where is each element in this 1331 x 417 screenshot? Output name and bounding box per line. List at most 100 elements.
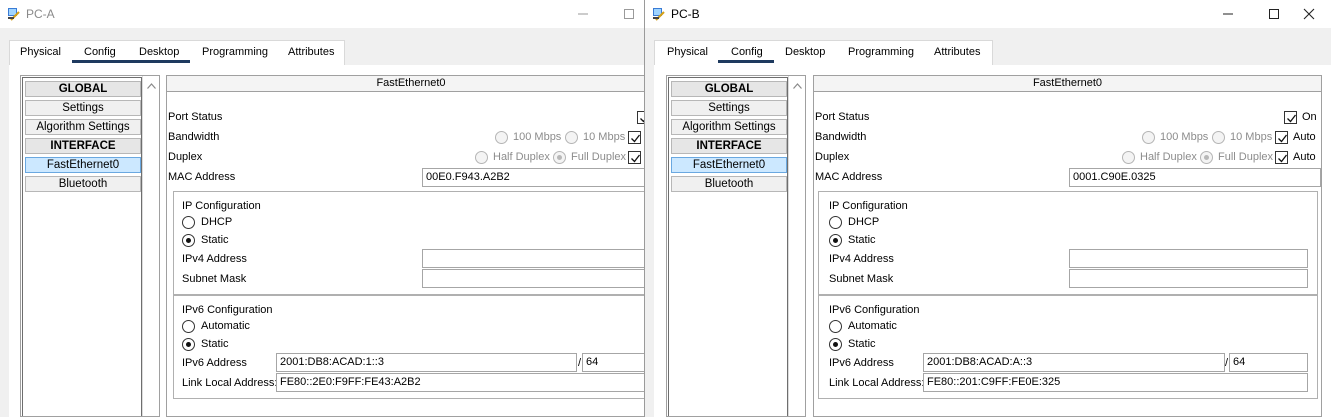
link-local-label: Link Local Address: xyxy=(182,377,278,389)
ipv6-static-label: Static xyxy=(848,338,876,350)
subnet-mask-label: Subnet Mask xyxy=(182,273,247,285)
link-local-address-field[interactable]: FE80::201:C9FF:FE0E:325 xyxy=(923,373,1308,392)
duplex-auto-label: Auto xyxy=(1293,151,1316,163)
sidebar-item-algorithm-settings[interactable]: Algorithm Settings xyxy=(671,119,787,135)
ipv6-automatic-label: Automatic xyxy=(201,320,250,332)
link-local-address-field[interactable]: FE80::2E0:F9FF:FE43:A2B2 xyxy=(276,373,644,392)
bandwidth-10-radio[interactable] xyxy=(565,131,578,144)
sidebar-item-fastethernet0[interactable]: FastEthernet0 xyxy=(671,157,787,173)
tab-desktop[interactable]: Desktop xyxy=(139,46,179,58)
ipv4-address-field[interactable] xyxy=(422,249,644,268)
pc-b-window: PC-B Physical Config Desktop Programming… xyxy=(644,0,1331,417)
tab-config[interactable]: Config xyxy=(84,46,116,58)
ipv6-prefix-field[interactable]: 64 xyxy=(582,353,644,372)
subnet-mask-field[interactable] xyxy=(1069,269,1308,288)
sidebar-heading-global: GLOBAL xyxy=(25,81,141,97)
active-tab-underline xyxy=(718,60,774,63)
sidebar-item-fastethernet0[interactable]: FastEthernet0 xyxy=(25,157,141,173)
full-duplex-radio[interactable] xyxy=(1200,151,1213,164)
sidebar-item-algorithm-settings[interactable]: Algorithm Settings xyxy=(25,119,141,135)
ipv4-address-label: IPv4 Address xyxy=(829,253,894,265)
duplex-auto-checkbox[interactable] xyxy=(628,151,641,164)
dhcp-label: DHCP xyxy=(848,216,880,228)
full-duplex-radio[interactable] xyxy=(553,151,566,164)
sidebar-item-bluetooth[interactable]: Bluetooth xyxy=(25,176,141,192)
static-ip-label: Static xyxy=(201,234,229,246)
prefix-slash: / xyxy=(1225,357,1229,369)
half-duplex-radio[interactable] xyxy=(1122,151,1135,164)
tab-bar: Physical Config Desktop Programming Attr… xyxy=(9,40,644,65)
tab-physical[interactable]: Physical xyxy=(667,46,708,58)
ipv6-address-label: IPv6 Address xyxy=(182,357,247,369)
ipv4-address-field[interactable] xyxy=(1069,249,1308,268)
static-ip-label: Static xyxy=(848,234,876,246)
ip-configuration-title: IP Configuration xyxy=(182,200,261,212)
minimize-icon[interactable] xyxy=(560,0,606,28)
static-ip-radio[interactable] xyxy=(182,234,195,247)
ip-configuration-group: IP Configuration DHCP Static IPv4 Addres… xyxy=(173,191,644,295)
ipv6-static-radio[interactable] xyxy=(829,338,842,351)
ipv6-configuration-title: IPv6 Configuration xyxy=(182,304,273,316)
duplex-label: Duplex xyxy=(168,151,203,163)
sidebar-item-settings[interactable]: Settings xyxy=(25,100,141,116)
tab-programming[interactable]: Programming xyxy=(848,46,914,58)
ipv6-configuration-title: IPv6 Configuration xyxy=(829,304,920,316)
ipv4-address-label: IPv4 Address xyxy=(182,253,247,265)
close-icon[interactable] xyxy=(1286,0,1331,28)
ip-configuration-group: IP Configuration DHCP Static IPv4 Addres… xyxy=(818,191,1318,295)
sidebar-scrollbar[interactable] xyxy=(788,76,805,416)
port-status-label: Port Status xyxy=(815,111,870,123)
scroll-up-icon[interactable] xyxy=(147,80,156,92)
half-duplex-label: Half Duplex xyxy=(493,151,550,163)
sidebar-scrollbar[interactable] xyxy=(142,76,159,416)
tab-config[interactable]: Config xyxy=(731,46,763,58)
full-duplex-label: Full Duplex xyxy=(571,151,627,163)
ipv6-automatic-radio[interactable] xyxy=(182,320,195,333)
tab-attributes[interactable]: Attributes xyxy=(288,46,334,58)
port-status-checkbox[interactable] xyxy=(637,111,644,124)
sidebar-item-settings[interactable]: Settings xyxy=(671,100,787,116)
active-tab-underline xyxy=(72,60,190,63)
ipv6-prefix-field[interactable]: 64 xyxy=(1229,353,1308,372)
duplex-auto-checkbox[interactable] xyxy=(1275,151,1288,164)
ipv6-address-field[interactable]: 2001:DB8:ACAD:A::3 xyxy=(923,353,1225,372)
bandwidth-label: Bandwidth xyxy=(168,131,220,143)
ipv6-automatic-radio[interactable] xyxy=(829,320,842,333)
mac-address-field[interactable]: 0001.C90E.0325 xyxy=(1069,168,1321,187)
subnet-mask-field[interactable] xyxy=(422,269,644,288)
tab-desktop[interactable]: Desktop xyxy=(785,46,825,58)
dhcp-radio[interactable] xyxy=(182,216,195,229)
window-title: PC-B xyxy=(671,7,700,21)
tab-programming[interactable]: Programming xyxy=(202,46,268,58)
dhcp-radio[interactable] xyxy=(829,216,842,229)
static-ip-radio[interactable] xyxy=(829,234,842,247)
tab-physical[interactable]: Physical xyxy=(20,46,61,58)
bandwidth-auto-checkbox[interactable] xyxy=(628,131,641,144)
bandwidth-100-label: 100 Mbps xyxy=(1160,131,1209,143)
bandwidth-auto-checkbox[interactable] xyxy=(1275,131,1288,144)
scroll-up-icon[interactable] xyxy=(793,80,802,92)
maximize-icon[interactable] xyxy=(606,0,644,28)
sidebar-list: GLOBAL Settings Algorithm Settings INTER… xyxy=(668,77,788,416)
sidebar-heading-interface: INTERFACE xyxy=(671,138,787,154)
bandwidth-100-radio[interactable] xyxy=(1142,131,1155,144)
mac-address-field[interactable]: 00E0.F943.A2B2 xyxy=(422,168,644,187)
sidebar-item-bluetooth[interactable]: Bluetooth xyxy=(671,176,787,192)
panel-title: FastEthernet0 xyxy=(814,76,1321,92)
minimize-icon[interactable] xyxy=(1205,0,1251,28)
port-status-checkbox[interactable] xyxy=(1284,111,1297,124)
ipv6-static-radio[interactable] xyxy=(182,338,195,351)
bandwidth-10-radio[interactable] xyxy=(1212,131,1225,144)
title-bar[interactable]: PC-B xyxy=(645,0,1331,28)
ipv6-address-field[interactable]: 2001:DB8:ACAD:1::3 xyxy=(276,353,577,372)
tab-attributes[interactable]: Attributes xyxy=(934,46,980,58)
ipv6-configuration-group: IPv6 Configuration Automatic Static IPv6… xyxy=(818,295,1318,399)
sidebar: GLOBAL Settings Algorithm Settings INTER… xyxy=(20,75,160,417)
full-duplex-label: Full Duplex xyxy=(1218,151,1274,163)
title-bar[interactable]: PC-A xyxy=(0,0,644,28)
interface-panel: FastEthernet0 Port Status On Bandwidth 1… xyxy=(813,75,1322,417)
cisco-pt-pc-icon xyxy=(651,6,667,22)
bandwidth-100-radio[interactable] xyxy=(495,131,508,144)
half-duplex-radio[interactable] xyxy=(475,151,488,164)
bandwidth-auto-label: Auto xyxy=(1293,131,1316,143)
